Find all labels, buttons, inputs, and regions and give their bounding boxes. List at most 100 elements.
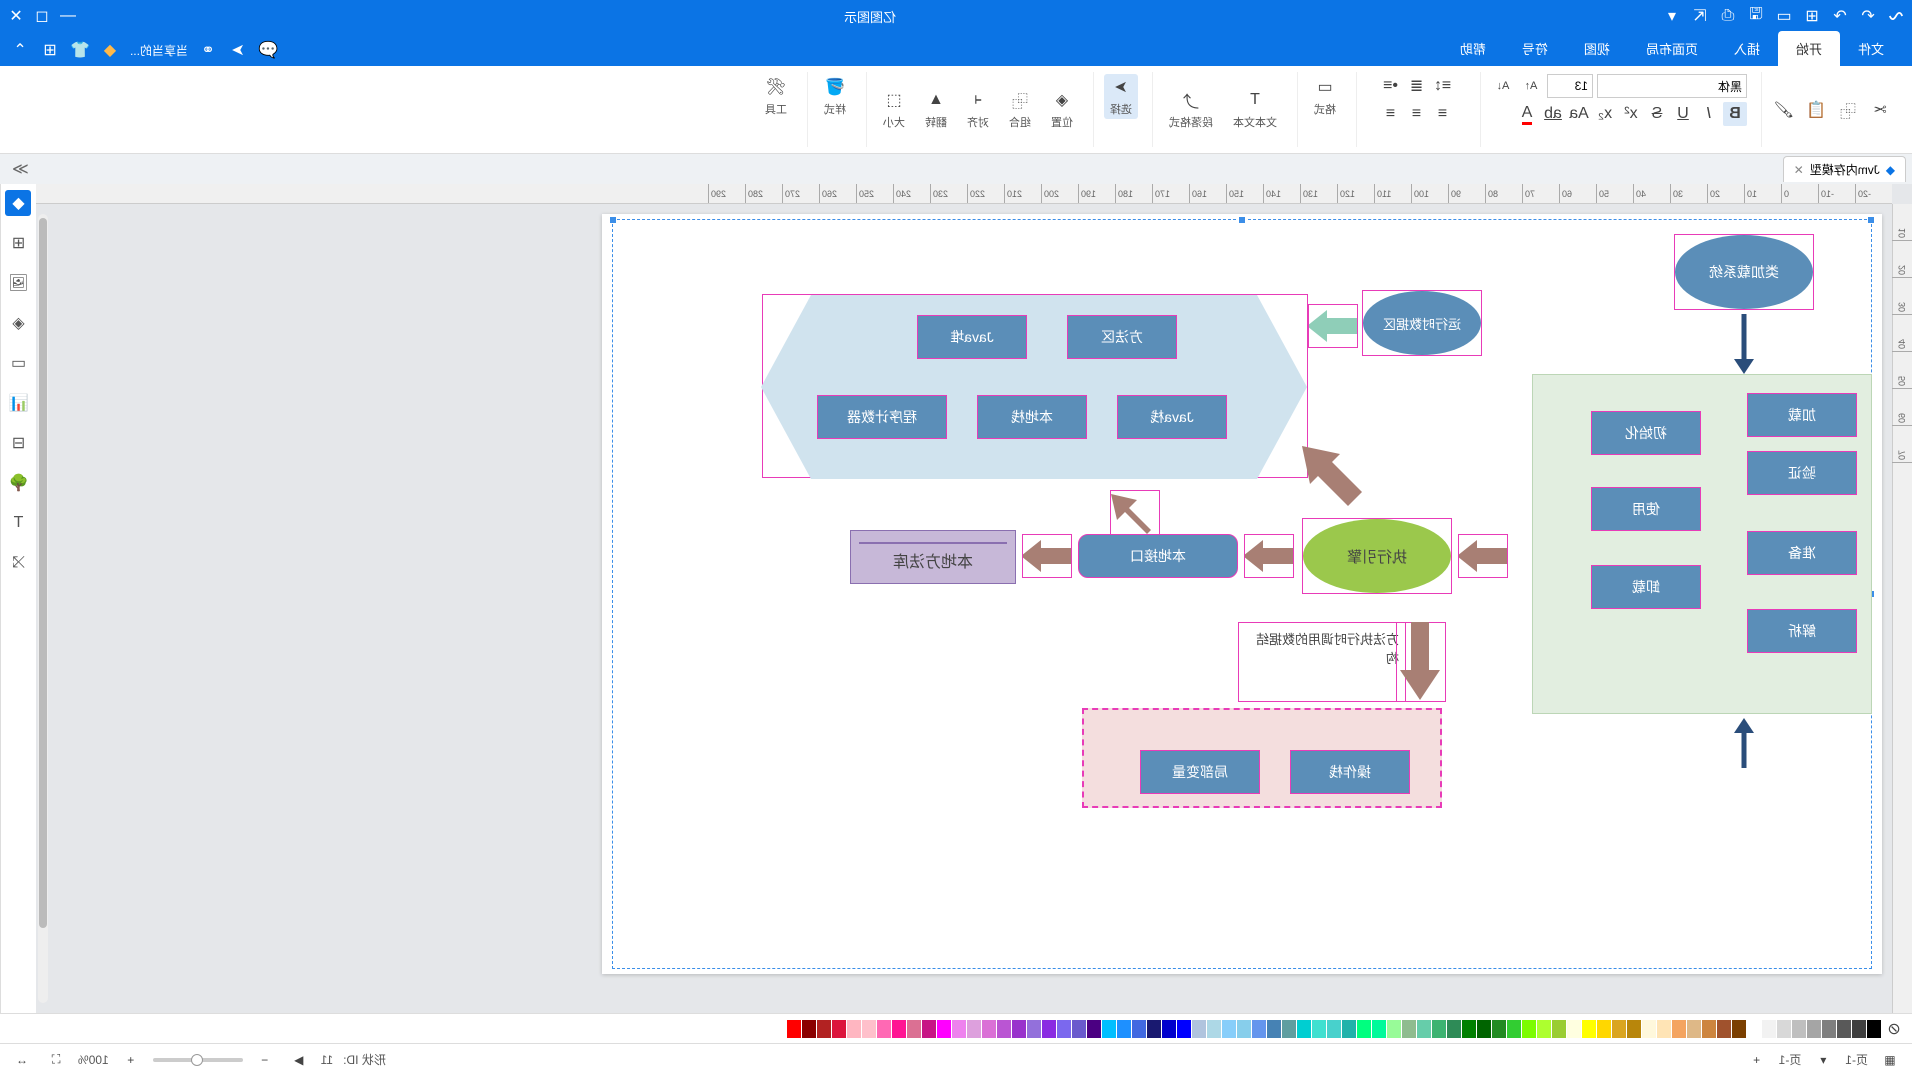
close-icon[interactable]: ✕ [8, 8, 24, 24]
side-layers-icon[interactable]: ◈ [6, 310, 32, 336]
swatch[interactable] [1042, 1020, 1056, 1038]
swatch[interactable] [1672, 1020, 1686, 1038]
arrow-runtime-right[interactable] [1308, 304, 1358, 348]
redo-icon[interactable]: ↷ [1832, 8, 1848, 24]
paste-icon[interactable]: 📋 [1804, 98, 1828, 122]
swatch[interactable] [1432, 1020, 1446, 1038]
tab-layout[interactable]: 页面布局 [1628, 31, 1716, 66]
doc-tab[interactable]: ◆ Jvm内存模型 ✕ [1783, 156, 1906, 182]
align-left-icon[interactable]: ≡ [1431, 102, 1455, 126]
swatch[interactable] [1837, 1020, 1851, 1038]
method-note[interactable]: 方法执行时调用的数据结构 [1238, 622, 1406, 702]
swatch[interactable] [1867, 1020, 1881, 1038]
select-button[interactable]: ➤选择 [1104, 74, 1138, 119]
swatch[interactable] [1147, 1020, 1161, 1038]
zoom-in-icon[interactable]: + [119, 1048, 143, 1072]
export-icon[interactable]: ⇱ [1692, 8, 1708, 24]
side-shuffle-icon[interactable]: ⤨ [6, 550, 32, 576]
swatch[interactable] [982, 1020, 996, 1038]
cut-icon[interactable]: ✂ [1868, 98, 1892, 122]
arrow-engine-right[interactable] [1022, 534, 1072, 578]
pagelayout-icon[interactable]: ▦ [1878, 1048, 1902, 1072]
sel-handle-n[interactable] [1238, 216, 1246, 224]
tab-help[interactable]: 帮助 [1442, 31, 1504, 66]
swatch[interactable] [1822, 1020, 1836, 1038]
swatch[interactable] [862, 1020, 876, 1038]
add-page-icon[interactable]: + [1745, 1048, 1769, 1072]
font-name-input[interactable] [1597, 74, 1747, 98]
shape-runtime[interactable]: 运行时数据区 [1362, 290, 1482, 356]
strike-icon[interactable]: S [1645, 102, 1669, 126]
swatch[interactable] [1567, 1020, 1581, 1038]
fit-icon[interactable]: ⛶ [44, 1048, 68, 1072]
expand-icon[interactable]: ≫ [6, 159, 35, 179]
swatch[interactable] [1237, 1020, 1251, 1038]
align-right-icon[interactable]: ≡ [1379, 102, 1403, 126]
swatch[interactable] [832, 1020, 846, 1038]
zoom-out-icon[interactable]: − [253, 1048, 277, 1072]
box-load[interactable]: 加载 [1747, 393, 1857, 437]
swatch[interactable] [1687, 1020, 1701, 1038]
swatch[interactable] [787, 1020, 801, 1038]
swatch[interactable] [967, 1020, 981, 1038]
box-use[interactable]: 使用 [1591, 487, 1701, 531]
arrow-diag-1[interactable] [1292, 442, 1372, 512]
shirt-icon[interactable]: 👕 [70, 40, 90, 60]
subscript-icon[interactable]: x₂ [1593, 102, 1617, 126]
side-shape-icon[interactable]: ◆ [6, 190, 32, 216]
swatch[interactable] [1582, 1020, 1596, 1038]
highlight-icon[interactable]: ab [1541, 102, 1565, 126]
swatch[interactable] [1597, 1020, 1611, 1038]
grid-icon[interactable]: ⊞ [40, 40, 60, 60]
pointer-icon[interactable]: ➤ [228, 40, 248, 60]
swatch[interactable] [1777, 1020, 1791, 1038]
box-native-lib[interactable]: 本地方法库 [850, 530, 1016, 584]
swatch[interactable] [1192, 1020, 1206, 1038]
play-icon[interactable]: ▶ [287, 1048, 311, 1072]
swatch[interactable] [1222, 1020, 1236, 1038]
tab-view[interactable]: 视图 [1566, 31, 1628, 66]
swatch[interactable] [1282, 1020, 1296, 1038]
shape-engine[interactable]: 执行引擎 [1302, 518, 1452, 594]
align-center-icon[interactable]: ≡ [1405, 102, 1429, 126]
swatch[interactable] [1462, 1020, 1476, 1038]
swatch[interactable] [1327, 1020, 1341, 1038]
copy-icon[interactable]: ⿻ [1836, 98, 1860, 122]
side-page-icon[interactable]: ▭ [6, 350, 32, 376]
scrollbar-vertical[interactable] [38, 214, 48, 1003]
swatch[interactable] [847, 1020, 861, 1038]
swatch[interactable] [1552, 1020, 1566, 1038]
align-button[interactable]: ⫞对齐 [961, 87, 995, 132]
swatch[interactable] [1342, 1020, 1356, 1038]
box-opstack[interactable]: 操作栈 [1290, 750, 1410, 794]
swatch[interactable] [1387, 1020, 1401, 1038]
swatch[interactable] [1792, 1020, 1806, 1038]
swatch[interactable] [952, 1020, 966, 1038]
font-size-input[interactable] [1547, 74, 1593, 98]
swatch[interactable] [1072, 1020, 1086, 1038]
sel-handle-nw[interactable] [1867, 216, 1875, 224]
side-text-icon[interactable]: T [6, 510, 32, 536]
inc-font-icon[interactable]: A↑ [1519, 74, 1543, 98]
swatch[interactable] [802, 1020, 816, 1038]
swatch[interactable] [922, 1020, 936, 1038]
swatch[interactable] [1627, 1020, 1641, 1038]
swatch[interactable] [1102, 1020, 1116, 1038]
palette-nofill-icon[interactable]: ⊘ [1882, 1017, 1906, 1041]
link-icon[interactable]: ⚭ [198, 40, 218, 60]
arrow-green-up[interactable] [1724, 718, 1764, 768]
undo-icon[interactable]: ↶ [1860, 8, 1876, 24]
open-icon[interactable]: ▭ [1776, 8, 1792, 24]
zoom-slider[interactable] [153, 1058, 243, 1062]
combine-button[interactable]: ⿻组合 [1003, 87, 1037, 132]
swatch[interactable] [1702, 1020, 1716, 1038]
arrow-engine-mid[interactable] [1244, 534, 1294, 578]
swatch[interactable] [1747, 1020, 1761, 1038]
close-tab-icon[interactable]: ✕ [1794, 163, 1804, 177]
tab-home[interactable]: 开始 [1778, 31, 1840, 66]
zoom-knob[interactable] [191, 1054, 203, 1066]
swatch[interactable] [1762, 1020, 1776, 1038]
swatch[interactable] [1522, 1020, 1536, 1038]
style-button[interactable]: 🪣样式 [818, 74, 852, 119]
fontcolor-icon[interactable]: A [1515, 102, 1539, 126]
